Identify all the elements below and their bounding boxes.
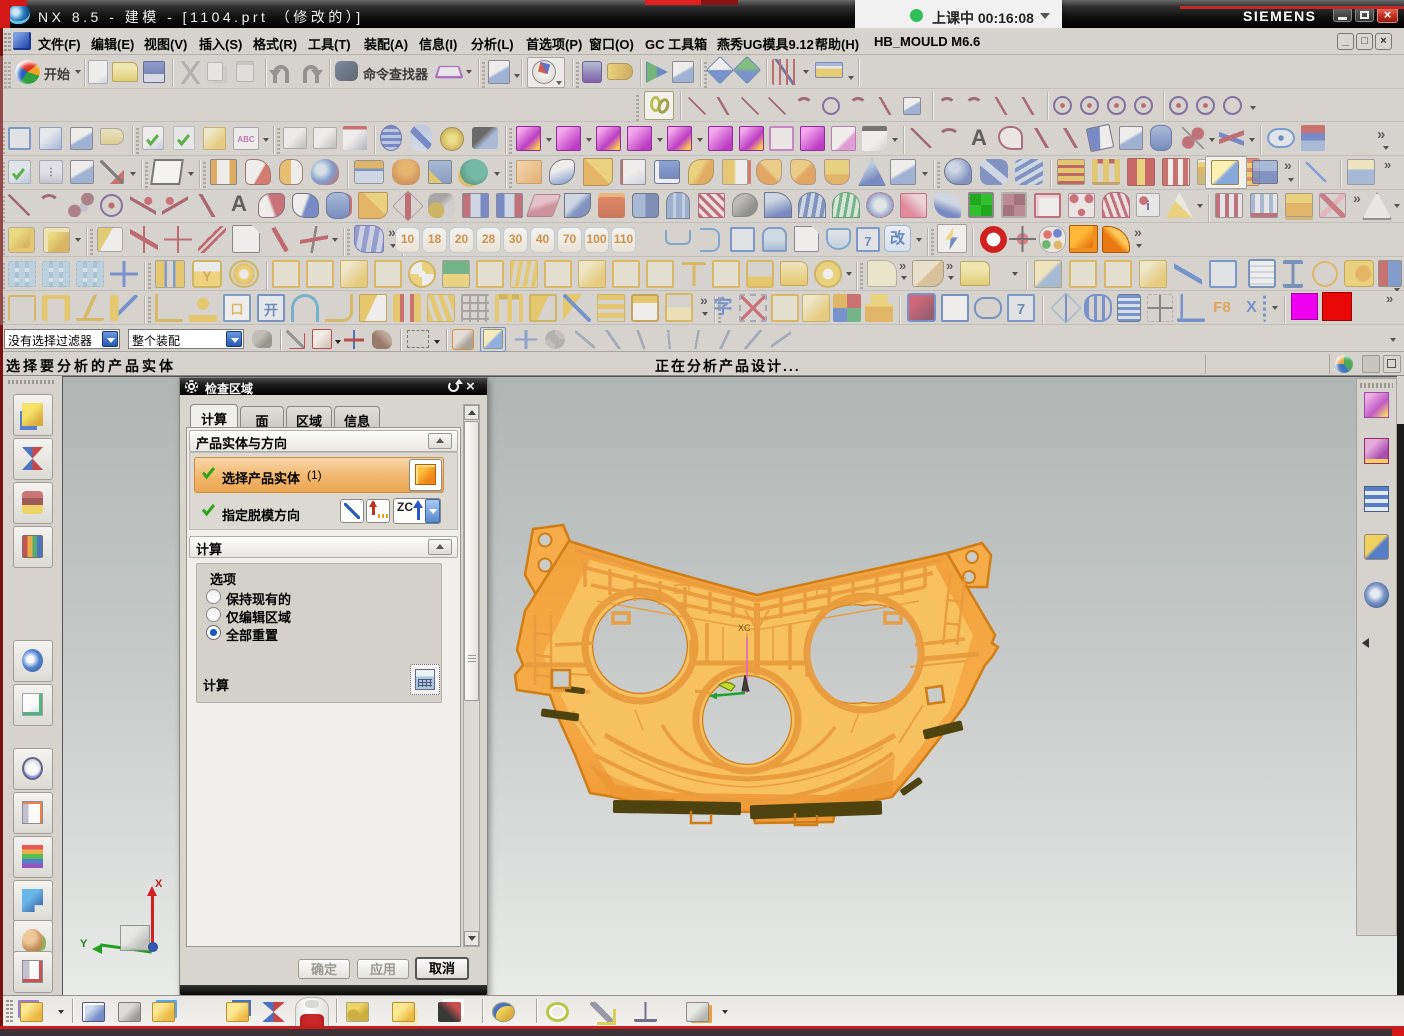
svg-text:XC: XC [738,623,751,633]
